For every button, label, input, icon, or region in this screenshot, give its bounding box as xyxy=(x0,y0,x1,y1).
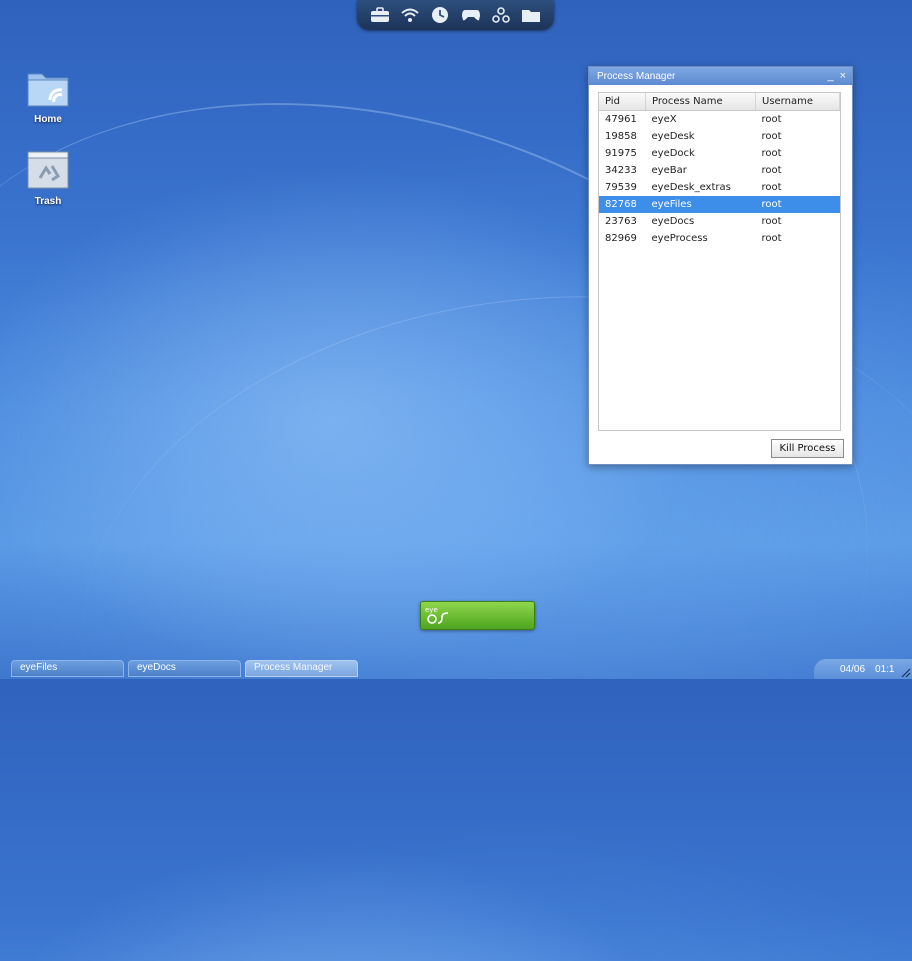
cell-pid: 47961 xyxy=(605,114,637,125)
cell-pid: 23763 xyxy=(605,216,637,227)
network-icon[interactable] xyxy=(490,4,512,26)
clock-date: 04/06 xyxy=(840,663,866,675)
cell-pid: 82969 xyxy=(605,233,637,244)
cell-username: root xyxy=(761,182,782,193)
svg-text:eye: eye xyxy=(425,606,438,614)
top-dock xyxy=(357,0,554,30)
table-row[interactable]: 47961 eyeX root xyxy=(599,111,840,129)
taskbar-item-eyedocs[interactable]: eyeDocs xyxy=(128,660,241,677)
process-table: Pid Process Name Username 47961 eyeX root … xyxy=(599,93,840,247)
taskbar-item-label: eyeFiles xyxy=(20,662,58,673)
table-row[interactable]: 23763 eyeDocs root xyxy=(599,213,840,230)
home-folder-icon xyxy=(27,73,69,107)
cell-pid: 91975 xyxy=(605,148,637,159)
table-row[interactable]: 34233 eyeBar root xyxy=(599,162,840,179)
clock-time: 01:1 xyxy=(875,663,895,675)
column-header-pid[interactable]: Pid xyxy=(599,93,646,111)
table-row[interactable]: 82969 eyeProcess root xyxy=(599,230,840,247)
cell-process-name: eyeProcess xyxy=(651,233,708,244)
gamepad-icon[interactable] xyxy=(460,4,482,26)
taskbar-item-process-manager[interactable]: Process Manager xyxy=(245,660,358,677)
clock-icon[interactable] xyxy=(429,4,451,26)
window-title: Process Manager xyxy=(597,70,676,82)
cell-username: root xyxy=(761,165,782,176)
cell-process-name: eyeDocs xyxy=(651,216,695,227)
cell-process-name: eyeDock xyxy=(651,148,695,159)
close-button[interactable]: × xyxy=(840,71,846,82)
cell-pid: 19858 xyxy=(605,131,637,142)
cell-username: root xyxy=(761,216,782,227)
cell-process-name: eyeDesk_extras xyxy=(651,182,731,193)
process-table-container: Pid Process Name Username 47961 eyeX root … xyxy=(598,92,841,431)
eye-logo-icon: eye xyxy=(425,606,449,624)
wifi-icon[interactable] xyxy=(399,4,421,26)
eye-launcher-button[interactable]: eye xyxy=(420,601,535,630)
minimize-button[interactable]: _ xyxy=(827,71,833,82)
folder-icon[interactable] xyxy=(520,4,542,26)
table-row-selected[interactable]: 82768 eyeFiles root xyxy=(599,196,840,213)
trash-icon xyxy=(27,151,69,189)
taskbar-item-label: Process Manager xyxy=(254,662,333,673)
process-manager-window: Process Manager _ × Pid Process Name Use… xyxy=(588,66,853,465)
resize-grip-icon[interactable] xyxy=(901,668,911,678)
kill-process-button[interactable]: Kill Process xyxy=(771,439,844,458)
briefcase-icon[interactable] xyxy=(369,4,391,26)
table-row[interactable]: 19858 eyeDesk root xyxy=(599,128,840,145)
window-titlebar[interactable]: Process Manager _ × xyxy=(589,67,852,85)
cell-username: root xyxy=(755,196,840,213)
desktop-icon-trash[interactable]: Trash xyxy=(18,150,78,207)
system-clock: 04/06 01:1 xyxy=(814,659,912,679)
taskbar-item-label: eyeDocs xyxy=(137,662,176,673)
taskbar-item-eyefiles[interactable]: eyeFiles xyxy=(11,660,124,677)
table-row[interactable]: 79539 eyeDesk_extras root xyxy=(599,179,840,196)
cell-process-name: eyeBar xyxy=(651,165,687,176)
cell-pid: 82768 xyxy=(599,196,646,213)
cell-pid: 34233 xyxy=(605,165,637,176)
cell-username: root xyxy=(761,114,782,125)
desktop-icon-label: Trash xyxy=(34,196,62,207)
cell-process-name: eyeFiles xyxy=(645,196,756,213)
cell-process-name: eyeDesk xyxy=(651,131,695,142)
cell-username: root xyxy=(761,233,782,244)
column-header-process-name[interactable]: Process Name xyxy=(645,93,756,111)
cell-process-name: eyeX xyxy=(651,114,677,125)
desktop-icon-home[interactable]: Home xyxy=(18,68,78,125)
desktop-icon-label: Home xyxy=(34,114,62,125)
cell-pid: 79539 xyxy=(605,182,637,193)
cell-username: root xyxy=(761,131,782,142)
cell-username: root xyxy=(761,148,782,159)
column-header-username[interactable]: Username xyxy=(755,93,840,111)
table-row[interactable]: 91975 eyeDock root xyxy=(599,145,840,162)
